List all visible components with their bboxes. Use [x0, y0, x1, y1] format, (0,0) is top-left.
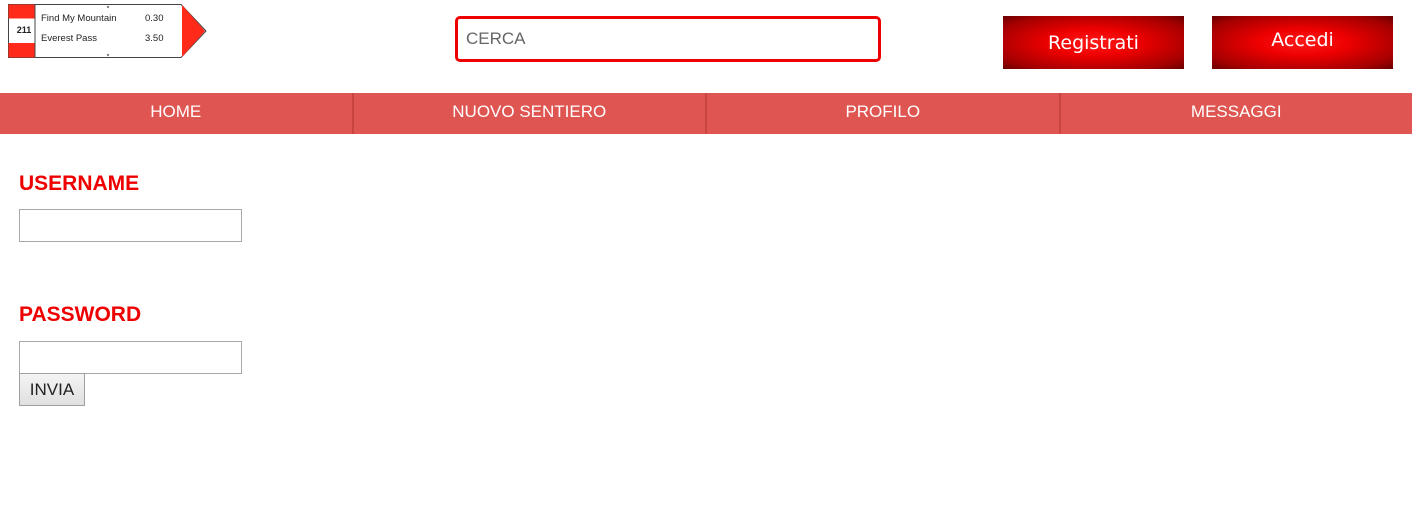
nav-item-home[interactable]: HOME — [0, 93, 354, 134]
main-nav: HOME NUOVO SENTIERO PROFILO MESSAGGI — [0, 93, 1412, 134]
login-button[interactable]: Accedi — [1212, 16, 1393, 69]
password-label: PASSWORD — [19, 303, 142, 326]
register-button[interactable]: Registrati — [1003, 16, 1184, 69]
logo-destination-1: Find My Mountain — [41, 13, 117, 24]
logo-destination-2: Everest Pass — [41, 33, 97, 44]
nav-item-profile[interactable]: PROFILO — [707, 93, 1061, 134]
submit-button[interactable]: INVIA — [19, 373, 85, 406]
password-field[interactable] — [19, 341, 242, 374]
search-input[interactable] — [455, 16, 881, 62]
username-label: USERNAME — [19, 172, 140, 195]
logo-distance-1: 0.30 — [145, 13, 164, 24]
register-button-label: Registrati — [1048, 31, 1139, 54]
nav-item-messages[interactable]: MESSAGGI — [1061, 93, 1412, 134]
logo-distance-2: 3.50 — [145, 33, 164, 44]
logo-trail-number: 211 — [16, 25, 32, 35]
login-button-label: Accedi — [1271, 28, 1334, 51]
page-header: 211 Find My Mountain 0.30 Everest Pass 3… — [0, 0, 1412, 93]
username-field[interactable] — [19, 209, 242, 242]
site-logo[interactable]: 211 Find My Mountain 0.30 Everest Pass 3… — [8, 4, 208, 58]
nav-item-new-trail[interactable]: NUOVO SENTIERO — [354, 93, 707, 134]
